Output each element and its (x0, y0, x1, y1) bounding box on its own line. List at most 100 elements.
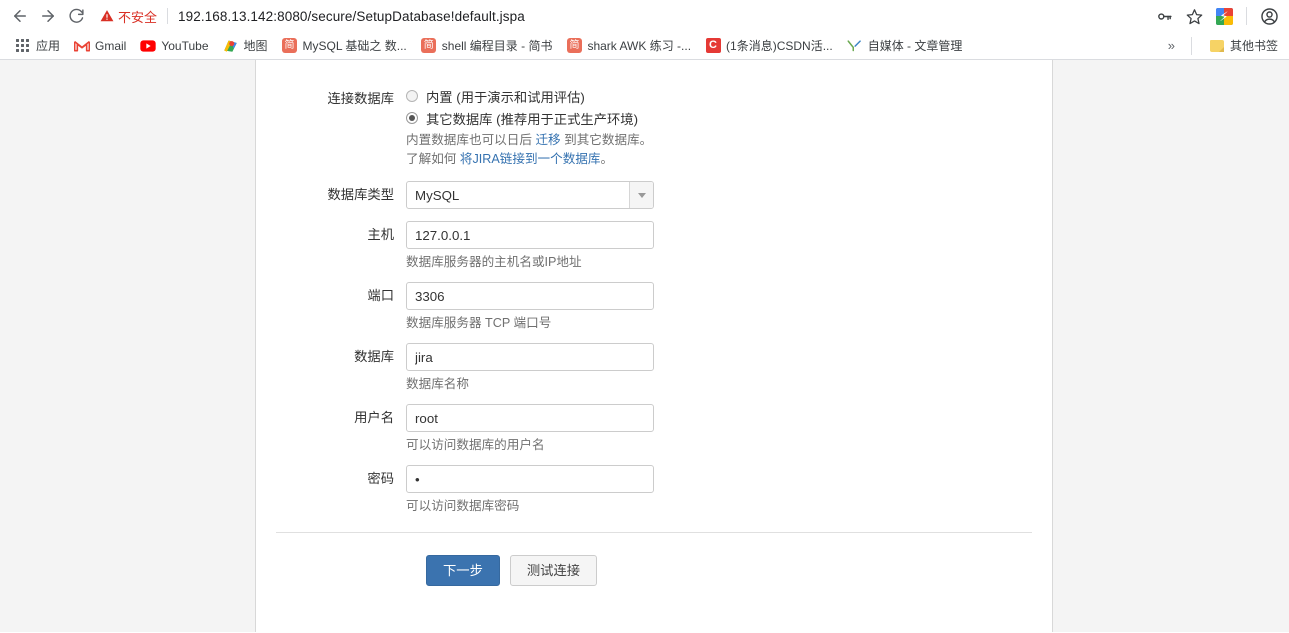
test-connection-button[interactable]: 测试连接 (509, 555, 598, 586)
maps-icon (223, 38, 239, 54)
connect-database-help: 内置数据库也可以日后 迁移 到其它数据库。 了解如何 将JIRA链接到一个数据库… (406, 131, 1052, 169)
port-hint: 数据库服务器 TCP 端口号 (406, 316, 552, 330)
next-button[interactable]: 下一步 (426, 555, 500, 586)
bookmark-apps[interactable]: 应用 (8, 34, 67, 57)
field-username: 用户名 可以访问数据库的用户名 (256, 404, 1052, 453)
gmail-icon (74, 38, 91, 54)
database-type-label: 数据库类型 (327, 187, 394, 202)
bookmark-label: shark AWK 练习 -... (587, 39, 692, 53)
database-type-value: MySQL (415, 187, 460, 203)
forward-arrow-icon[interactable] (34, 2, 62, 30)
password-label: 密码 (367, 471, 394, 486)
field-database-type: 数据库类型 MySQL (256, 181, 1052, 209)
bookmark-label: (1条消息)CSDN活... (726, 39, 833, 53)
bookmark-label: YouTube (161, 38, 209, 53)
browser-chrome: 不安全 192.168.13.142:8080/secure/SetupData… (0, 0, 1289, 60)
database-label: 数据库 (354, 349, 394, 364)
port-input[interactable] (406, 282, 654, 310)
help-line-connect-jira: 了解如何 将JIRA链接到一个数据库。 (406, 150, 1052, 169)
extension-logo: ⚡ (1215, 7, 1233, 25)
username-input[interactable] (406, 404, 654, 432)
toolbar-divider (1246, 7, 1247, 25)
other-bookmarks-folder[interactable]: 其他书签 (1202, 34, 1285, 57)
bookmarks-overflow-group: » 其他书签 (1162, 34, 1285, 57)
browser-toolbar: 不安全 192.168.13.142:8080/secure/SetupData… (0, 0, 1289, 32)
jianshu-icon: 简 (421, 38, 437, 54)
field-password: 密码 可以访问数据库密码 (256, 465, 1052, 514)
bookmark-label: MySQL 基础之 数... (302, 39, 407, 53)
database-setup-form: 连接数据库 内置 (用于演示和试用评估) 其它数据库 (推荐用于正式生产环境) … (256, 60, 1052, 586)
profile-avatar[interactable] (1255, 2, 1283, 30)
help-text: 。 (600, 152, 614, 166)
password-hint: 可以访问数据库密码 (406, 499, 520, 513)
bookmarks-divider (1190, 36, 1192, 55)
connect-database-label: 连接数据库 (327, 91, 394, 106)
key-icon[interactable] (1150, 2, 1178, 30)
setup-database-panel: 连接数据库 内置 (用于演示和试用评估) 其它数据库 (推荐用于正式生产环境) … (255, 60, 1053, 632)
other-bookmarks-label: 其他书签 (1229, 39, 1278, 53)
field-connect-database: 连接数据库 内置 (用于演示和试用评估) 其它数据库 (推荐用于正式生产环境) … (256, 85, 1052, 169)
bookmark-shell-note[interactable]: 简 shell 编程目录 - 简书 (414, 34, 560, 57)
folder-icon (1209, 38, 1225, 54)
bookmark-label: Gmail (95, 38, 127, 53)
database-input[interactable] (406, 343, 654, 371)
radio-option-builtin[interactable]: 内置 (用于演示和试用评估) (406, 85, 1052, 107)
bookmark-label: 自媒体 - 文章管理 (867, 39, 963, 53)
youtube-icon (140, 38, 157, 54)
bookmark-label: shell 编程目录 - 简书 (441, 39, 553, 53)
help-text: 内置数据库也可以日后 (406, 133, 536, 147)
bookmark-csdn[interactable]: C (1条消息)CSDN活... (698, 34, 840, 57)
back-arrow-icon[interactable] (6, 2, 34, 30)
bookmark-gmail[interactable]: Gmail (67, 35, 133, 57)
radio-builtin-icon[interactable] (406, 90, 418, 102)
page-viewport: 连接数据库 内置 (用于演示和试用评估) 其它数据库 (推荐用于正式生产环境) … (0, 60, 1289, 632)
form-actions: 下一步 测试连接 (256, 533, 1052, 586)
page-left-gutter (0, 60, 255, 632)
bookmarks-overflow-chevron[interactable]: » (1162, 38, 1181, 53)
star-icon[interactable] (1180, 2, 1208, 30)
omnibox-divider (167, 8, 169, 24)
port-label: 端口 (367, 288, 394, 303)
jianshu-icon: 简 (282, 38, 298, 54)
security-warning-label: 不安全 (118, 9, 158, 25)
url-text: 192.168.13.142:8080/secure/SetupDatabase… (178, 8, 525, 24)
radio-option-external[interactable]: 其它数据库 (推荐用于正式生产环境) (406, 107, 1052, 129)
warning-triangle-icon (100, 10, 114, 22)
extension-icon[interactable]: ⚡ (1210, 2, 1238, 30)
page-right-gutter (1053, 60, 1289, 632)
help-line-migrate: 内置数据库也可以日后 迁移 到其它数据库。 (406, 131, 1052, 150)
connect-jira-db-link[interactable]: 将JIRA链接到一个数据库 (460, 152, 601, 166)
omnibox[interactable]: 不安全 192.168.13.142:8080/secure/SetupData… (98, 3, 1144, 29)
weibo-icon (847, 38, 863, 54)
security-warning[interactable]: 不安全 (98, 7, 157, 26)
bookmark-awk-note[interactable]: 简 shark AWK 练习 -... (559, 34, 698, 57)
bookmark-maps[interactable]: 地图 (216, 34, 275, 57)
bookmark-mysql-note[interactable]: 简 MySQL 基础之 数... (275, 34, 414, 57)
field-database: 数据库 数据库名称 (256, 343, 1052, 392)
host-hint: 数据库服务器的主机名或IP地址 (406, 255, 582, 269)
migrate-link[interactable]: 迁移 (535, 133, 560, 147)
username-label: 用户名 (354, 410, 394, 425)
reload-icon[interactable] (62, 2, 90, 30)
radio-external-label: 其它数据库 (推荐用于正式生产环境) (426, 111, 639, 127)
field-host: 主机 数据库服务器的主机名或IP地址 (256, 221, 1052, 270)
bookmark-youtube[interactable]: YouTube (133, 35, 215, 57)
help-text: 了解如何 (406, 152, 460, 166)
bookmark-label: 地图 (243, 39, 268, 53)
host-input[interactable] (406, 221, 654, 249)
chevron-down-icon[interactable] (629, 182, 653, 208)
radio-external-icon[interactable] (406, 112, 418, 124)
username-hint: 可以访问数据库的用户名 (406, 438, 545, 452)
bookmarks-bar: 应用 Gmail YouTube 地图 简 MySQL 基础之 数... 简 s… (0, 32, 1289, 60)
jianshu-icon: 简 (566, 38, 582, 54)
database-type-select[interactable]: MySQL (406, 181, 654, 209)
apps-grid-icon (15, 38, 31, 54)
bookmark-zimeiti[interactable]: 自媒体 - 文章管理 (840, 34, 970, 57)
password-input[interactable] (406, 465, 654, 493)
